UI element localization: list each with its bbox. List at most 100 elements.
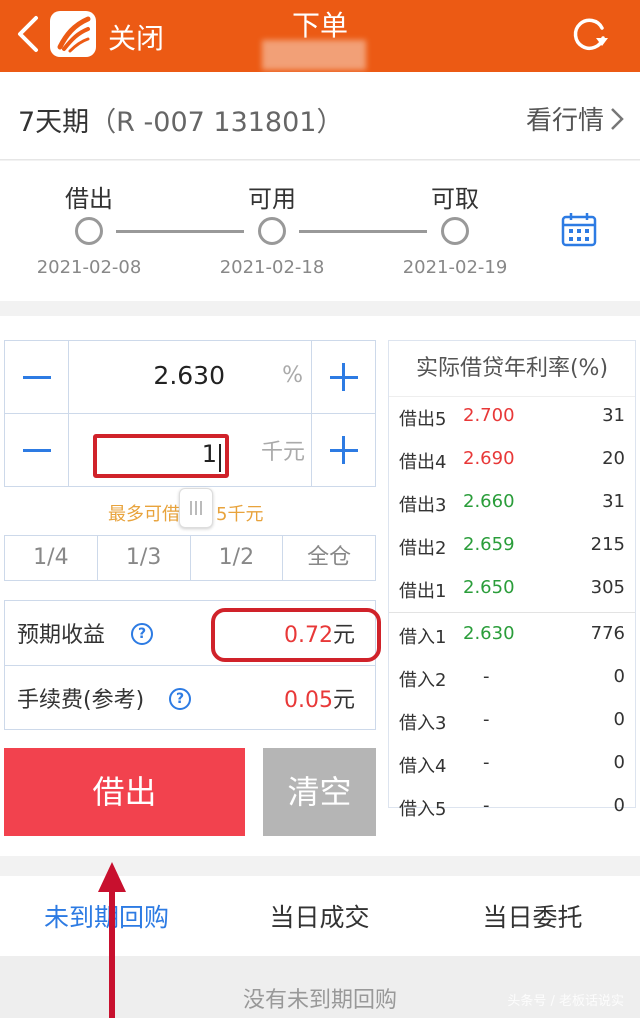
lend-button[interactable]: 借出 bbox=[4, 748, 245, 836]
timeline-label-available: 可用 bbox=[248, 185, 296, 213]
order-book-volume: 31 bbox=[602, 405, 625, 426]
order-book-row[interactable]: 借出4 2.690 20 bbox=[389, 438, 635, 481]
order-book-price: 2.700 bbox=[463, 405, 515, 426]
order-book-row[interactable]: 借入1 2.630 776 bbox=[389, 613, 635, 656]
order-book-level-label: 借入3 bbox=[399, 713, 447, 734]
clear-button[interactable]: 清空 bbox=[263, 748, 376, 836]
chevron-right-icon bbox=[611, 107, 624, 130]
minus-icon bbox=[22, 448, 51, 452]
order-summary: 预期收益 ? 0.72元 手续费(参考) ? 0.05元 bbox=[4, 600, 381, 730]
order-book-row[interactable]: 借入4 - 0 bbox=[389, 742, 635, 785]
rate-increase-button[interactable] bbox=[311, 341, 375, 413]
order-book-volume: 0 bbox=[613, 795, 625, 816]
tab-today-trades[interactable]: 当日成交 bbox=[213, 898, 426, 934]
order-form: 2.630 % 1 千元 最多可借 5千元 1/4 1/3 1/2 全仓 预期收… bbox=[0, 316, 640, 856]
timeline-node-lend bbox=[75, 217, 103, 245]
timeline-label-lend: 借出 bbox=[65, 185, 113, 213]
order-book-volume: 0 bbox=[613, 709, 625, 730]
order-book-level-label: 借入4 bbox=[399, 756, 447, 777]
blurred-account-info bbox=[262, 40, 366, 70]
timeline-node-withdrawable bbox=[441, 217, 469, 245]
tab-today-orders[interactable]: 当日委托 bbox=[426, 898, 639, 934]
help-icon[interactable]: ? bbox=[169, 688, 191, 710]
order-book-price: - bbox=[483, 666, 490, 687]
view-market-link[interactable]: 看行情 bbox=[526, 100, 624, 137]
amount-stepper: 1 千元 bbox=[4, 413, 376, 487]
order-book-volume: 0 bbox=[613, 752, 625, 773]
amount-increase-button[interactable] bbox=[311, 414, 375, 486]
order-book-price: - bbox=[483, 795, 490, 816]
ratio-half-button[interactable]: 1/2 bbox=[191, 536, 284, 580]
order-book-level-label: 借出1 bbox=[399, 581, 447, 602]
text-selection-handle[interactable] bbox=[179, 488, 213, 528]
order-book-row[interactable]: 借出2 2.659 215 bbox=[389, 524, 635, 567]
order-book-row[interactable]: 借出5 2.700 31 bbox=[389, 395, 635, 438]
timeline-date-available: 2021-02-18 bbox=[219, 257, 325, 278]
currency-unit: 元 bbox=[332, 688, 355, 713]
order-book-volume: 31 bbox=[602, 491, 625, 512]
calendar-icon[interactable] bbox=[561, 211, 597, 247]
order-book-row[interactable]: 借入5 - 0 bbox=[389, 785, 635, 828]
amount-decrease-button[interactable] bbox=[5, 414, 69, 486]
order-book-price: 2.690 bbox=[463, 448, 515, 469]
order-book: 实际借贷年利率(%) 借出5 2.700 31 借出4 2.690 20 借出3 2.660 3… bbox=[388, 340, 636, 820]
order-book-title: 实际借贷年利率(%) bbox=[389, 341, 635, 397]
max-amount-value: 5千元 bbox=[216, 504, 264, 525]
help-icon[interactable]: ? bbox=[131, 623, 153, 645]
timeline-date-withdrawable: 2021-02-19 bbox=[402, 257, 508, 278]
order-book-price: 2.660 bbox=[463, 491, 515, 512]
instrument-row: 7天期（R -007 131801） 看行情 bbox=[0, 72, 640, 160]
order-book-level-label: 借出4 bbox=[399, 452, 447, 473]
timeline-node-available bbox=[258, 217, 286, 245]
amount-input[interactable]: 1 千元 bbox=[69, 414, 311, 486]
page-title: 下单 bbox=[291, 9, 348, 42]
order-book-price: 2.659 bbox=[463, 534, 515, 555]
amount-unit: 千元 bbox=[260, 440, 305, 465]
order-book-price: 2.630 bbox=[463, 623, 515, 644]
order-book-row[interactable]: 借出3 2.660 31 bbox=[389, 481, 635, 524]
rate-decrease-button[interactable] bbox=[5, 341, 69, 413]
ratio-third-button[interactable]: 1/3 bbox=[98, 536, 191, 580]
rate-stepper: 2.630 % bbox=[4, 340, 376, 414]
order-book-row[interactable]: 借出1 2.650 305 bbox=[389, 567, 635, 610]
order-book-volume: 20 bbox=[602, 448, 625, 469]
max-amount-hint: 最多可借 bbox=[108, 504, 180, 525]
fee-amount: 0.05元 bbox=[284, 682, 355, 714]
order-book-price: - bbox=[483, 709, 490, 730]
expected-profit-label: 预期收益 bbox=[17, 623, 106, 648]
rate-input[interactable]: 2.630 % bbox=[69, 341, 311, 413]
minus-icon bbox=[22, 375, 51, 379]
annotation-arrow bbox=[98, 862, 126, 1018]
order-book-row[interactable]: 借入2 - 0 bbox=[389, 656, 635, 699]
timeline-label-withdrawable: 可取 bbox=[431, 185, 479, 213]
refresh-icon[interactable] bbox=[566, 14, 612, 54]
instrument-title: 7天期（R -007 131801） bbox=[18, 100, 343, 139]
order-book-volume: 776 bbox=[590, 623, 625, 644]
instrument-code: （R -007 131801） bbox=[89, 107, 344, 138]
ratio-quarter-button[interactable]: 1/4 bbox=[5, 536, 98, 580]
instrument-name: 7天期 bbox=[18, 107, 90, 138]
amount-highlight-box: 1 bbox=[93, 434, 229, 478]
order-book-volume: 305 bbox=[590, 577, 625, 598]
order-book-level-label: 借出5 bbox=[399, 409, 447, 430]
timeline-connector bbox=[116, 230, 244, 233]
order-book-price: - bbox=[483, 752, 490, 773]
fee-value: 0.05 bbox=[284, 688, 333, 713]
order-book-row[interactable]: 借入3 - 0 bbox=[389, 699, 635, 742]
profit-highlight-box bbox=[211, 608, 381, 662]
timeline-connector bbox=[299, 230, 427, 233]
timeline-date-lend: 2021-02-08 bbox=[36, 257, 142, 278]
order-book-level-label: 借出3 bbox=[399, 495, 447, 516]
fee-row: 手续费(参考) ? 0.05元 bbox=[5, 665, 375, 729]
settlement-timeline: 借出 可用 可取 2021-02-08 2021-02-18 2021-02-1… bbox=[0, 161, 640, 301]
order-book-price: 2.650 bbox=[463, 577, 515, 598]
order-book-volume: 0 bbox=[613, 666, 625, 687]
rate-unit: % bbox=[282, 363, 303, 388]
position-ratio-selector: 1/4 1/3 1/2 全仓 bbox=[4, 535, 376, 581]
order-book-level-label: 借入2 bbox=[399, 670, 447, 691]
rate-value: 2.630 bbox=[153, 361, 225, 390]
order-book-volume: 215 bbox=[590, 534, 625, 555]
order-book-level-label: 借入5 bbox=[399, 799, 447, 820]
ratio-full-button[interactable]: 全仓 bbox=[283, 536, 375, 580]
order-book-level-label: 借入1 bbox=[399, 627, 447, 648]
